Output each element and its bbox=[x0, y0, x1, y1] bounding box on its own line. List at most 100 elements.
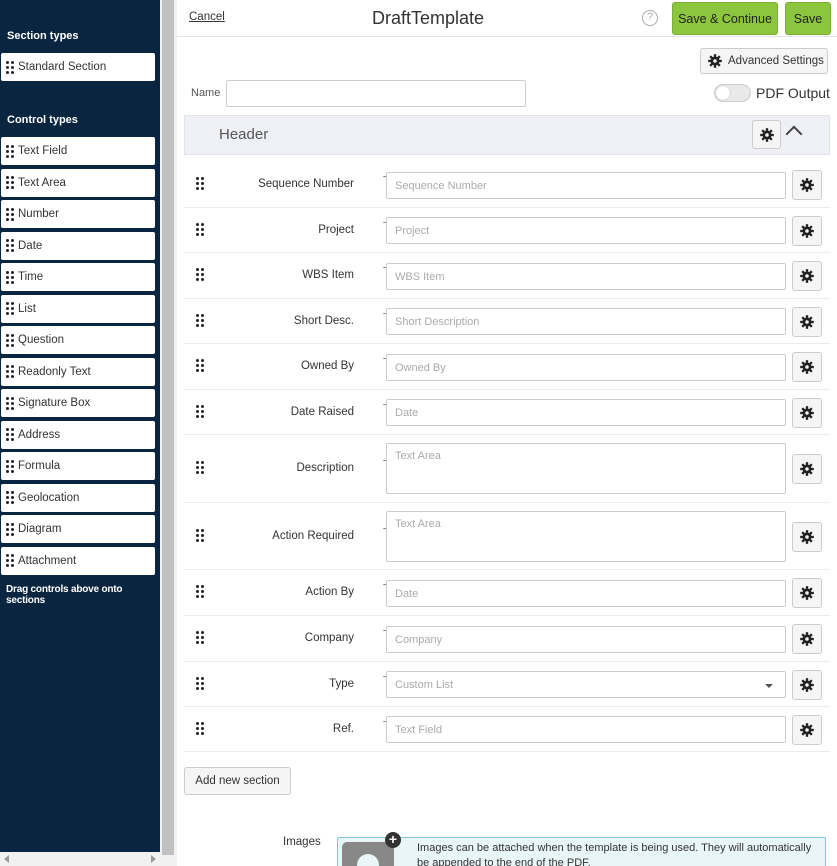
drag-handle-icon[interactable] bbox=[1, 239, 18, 252]
add-new-section-button[interactable]: Add new section bbox=[184, 767, 291, 795]
field-placeholder: Text Field bbox=[395, 723, 443, 736]
scroll-right-arrow-icon[interactable] bbox=[151, 855, 156, 863]
control-type-item[interactable]: Geolocation bbox=[1, 483, 155, 512]
field-label: Action Required bbox=[272, 530, 354, 542]
field-input[interactable]: Project bbox=[386, 217, 786, 244]
drag-handle-icon[interactable] bbox=[1, 428, 18, 441]
drag-handle-icon[interactable] bbox=[1, 270, 18, 284]
control-type-item[interactable]: Attachment bbox=[1, 546, 155, 575]
field-settings-button[interactable] bbox=[792, 352, 822, 382]
save-button[interactable]: Save bbox=[785, 2, 831, 35]
scroll-left-arrow-icon[interactable] bbox=[4, 855, 9, 863]
question-icon[interactable]: ? bbox=[642, 10, 658, 26]
advanced-settings-button[interactable]: Advanced Settings bbox=[700, 48, 828, 74]
drag-handle-icon[interactable] bbox=[196, 223, 204, 236]
add-image-plus-icon[interactable]: + bbox=[385, 832, 401, 848]
drag-handle-icon[interactable] bbox=[1, 333, 18, 347]
drag-handle-icon[interactable] bbox=[196, 529, 204, 542]
drag-handle-icon[interactable] bbox=[196, 314, 204, 327]
field-settings-button[interactable] bbox=[792, 261, 822, 291]
field-settings-button[interactable] bbox=[792, 670, 822, 700]
control-type-item[interactable]: Text Area bbox=[1, 168, 155, 197]
drag-handle-icon[interactable] bbox=[1, 491, 18, 504]
chevron-up-icon[interactable] bbox=[785, 125, 803, 143]
control-type-item[interactable]: Time bbox=[1, 263, 155, 291]
field-placeholder: Sequence Number bbox=[395, 179, 487, 192]
control-type-item[interactable]: Readonly Text bbox=[1, 357, 155, 386]
page-title: DraftTemplate bbox=[371, 8, 485, 28]
control-type-label: Date bbox=[18, 239, 43, 252]
field-row: Type ˉ Custom List bbox=[184, 662, 830, 707]
field-textarea[interactable]: Text Area bbox=[386, 511, 786, 562]
gear-icon bbox=[800, 178, 814, 192]
images-info-text: Images can be attached when the template… bbox=[417, 842, 812, 866]
drag-handle-icon[interactable] bbox=[1, 554, 18, 567]
drag-handle-icon[interactable] bbox=[196, 585, 204, 598]
field-input[interactable]: Owned By bbox=[386, 354, 786, 381]
save-and-continue-button[interactable]: Save & Continue bbox=[672, 2, 778, 35]
drag-handle-icon[interactable] bbox=[196, 177, 204, 190]
control-type-item[interactable]: List bbox=[1, 294, 155, 323]
field-settings-button[interactable] bbox=[792, 170, 822, 200]
drag-handle-icon[interactable] bbox=[196, 677, 204, 690]
field-row: Description ˉ Text Area bbox=[184, 435, 830, 503]
control-type-item[interactable]: Formula bbox=[1, 452, 155, 480]
field-settings-button[interactable] bbox=[792, 398, 822, 428]
pdf-output-toggle[interactable] bbox=[714, 84, 751, 102]
drag-handle-icon[interactable] bbox=[1, 176, 18, 189]
field-input[interactable]: Short Description bbox=[386, 308, 786, 335]
drag-handle-icon[interactable] bbox=[1, 459, 18, 473]
field-settings-button[interactable] bbox=[792, 715, 822, 745]
field-settings-button[interactable] bbox=[792, 454, 822, 484]
field-settings-button[interactable] bbox=[792, 216, 822, 246]
field-placeholder: Project bbox=[395, 224, 430, 237]
section-type-item[interactable]: Standard Section bbox=[1, 53, 155, 81]
drag-handle-icon[interactable] bbox=[1, 60, 18, 74]
drag-handle-icon[interactable] bbox=[1, 396, 18, 410]
drag-handle-icon[interactable] bbox=[196, 359, 204, 372]
control-type-item[interactable]: Address bbox=[1, 420, 155, 449]
drag-handle-icon[interactable] bbox=[1, 207, 18, 221]
field-row: Company ˉ Company bbox=[184, 616, 830, 662]
advanced-settings-label: Advanced Settings bbox=[728, 55, 824, 67]
control-type-item[interactable]: Text Field bbox=[1, 137, 155, 165]
field-settings-button[interactable] bbox=[792, 522, 822, 552]
field-input[interactable]: Text Field bbox=[386, 716, 786, 743]
control-type-item[interactable]: Signature Box bbox=[1, 389, 155, 417]
field-settings-button[interactable] bbox=[792, 307, 822, 337]
field-settings-button[interactable] bbox=[792, 624, 822, 654]
drag-handle-icon[interactable] bbox=[1, 522, 18, 536]
field-textarea[interactable]: Text Area bbox=[386, 443, 786, 494]
control-type-item[interactable]: Question bbox=[1, 326, 155, 354]
drag-handle-icon[interactable] bbox=[196, 405, 204, 418]
drag-handle-icon[interactable] bbox=[1, 144, 18, 158]
drag-handle-icon[interactable] bbox=[1, 365, 18, 378]
sidebar-horizontal-scrollbar[interactable] bbox=[0, 852, 160, 866]
field-input[interactable]: WBS Item bbox=[386, 263, 786, 290]
vertical-scrollbar[interactable] bbox=[160, 0, 177, 866]
control-type-item[interactable]: Date bbox=[1, 231, 155, 260]
control-type-item[interactable]: Diagram bbox=[1, 515, 155, 543]
drag-handle-icon[interactable] bbox=[1, 302, 18, 315]
scrollbar-thumb[interactable] bbox=[162, 0, 174, 855]
field-input[interactable]: Sequence Number bbox=[386, 172, 786, 199]
drag-handle-icon[interactable] bbox=[196, 631, 204, 644]
name-input[interactable] bbox=[226, 80, 526, 107]
section-types-heading: Section types bbox=[7, 30, 79, 42]
field-input[interactable]: Date bbox=[386, 399, 786, 426]
field-row: Date Raised ˉ Date bbox=[184, 390, 830, 435]
control-type-item[interactable]: Number bbox=[1, 200, 155, 228]
field-select[interactable]: Custom List bbox=[386, 671, 786, 698]
field-input[interactable]: Date bbox=[386, 580, 786, 607]
field-label: Ref. bbox=[332, 723, 354, 735]
field-input[interactable]: Company bbox=[386, 626, 786, 653]
drag-handle-icon[interactable] bbox=[196, 268, 204, 281]
field-label: Sequence Number bbox=[258, 178, 354, 190]
field-settings-button[interactable] bbox=[792, 578, 822, 608]
control-type-label: Question bbox=[18, 334, 65, 346]
drag-handle-icon[interactable] bbox=[196, 722, 204, 735]
field-row: Action By ˉ Date bbox=[184, 570, 830, 616]
section-settings-button[interactable] bbox=[752, 120, 781, 149]
field-row: Owned By ˉ Owned By bbox=[184, 344, 830, 390]
drag-handle-icon[interactable] bbox=[196, 461, 204, 474]
